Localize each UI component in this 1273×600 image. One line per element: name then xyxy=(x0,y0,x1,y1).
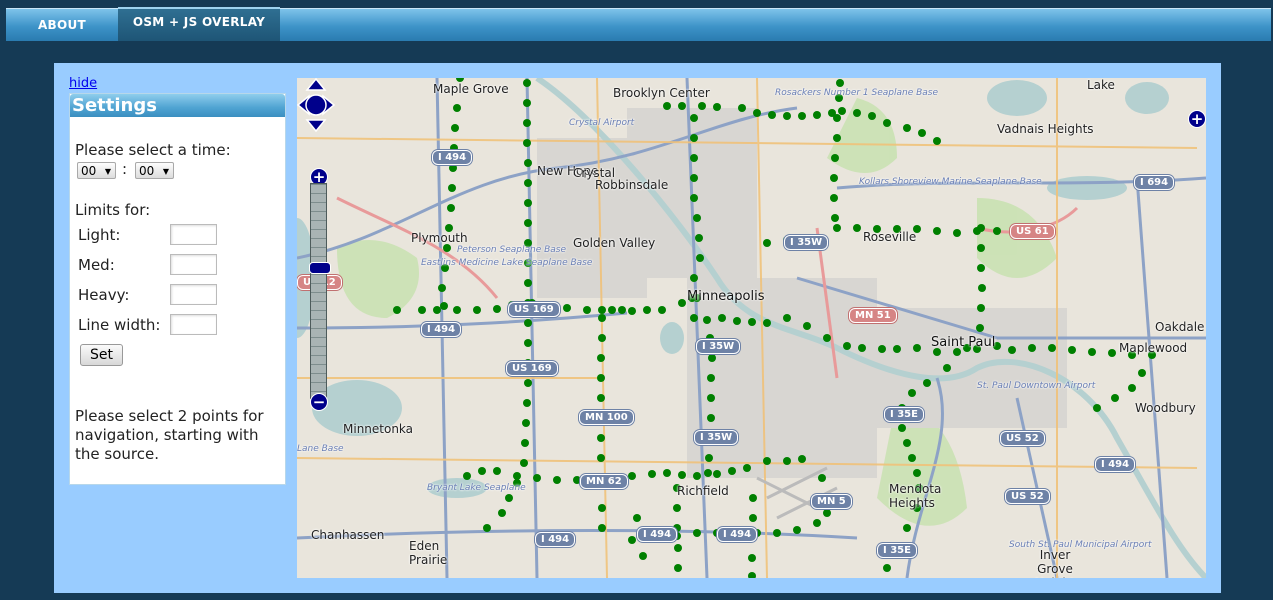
highway-shield: I 35E xyxy=(884,407,924,422)
map-label-city: Minnetonka xyxy=(343,422,414,436)
tab-osm-js-overlay[interactable]: OSM + JS OVERLAY xyxy=(118,7,280,41)
highway-shield: MN 51 xyxy=(849,308,897,323)
line-width-input[interactable] xyxy=(170,314,217,335)
map-label-city: Mendota Heights xyxy=(889,482,942,510)
highway-shield: I 35E xyxy=(877,543,917,558)
set-button[interactable]: Set xyxy=(80,344,123,366)
hide-link[interactable]: hide xyxy=(69,76,97,91)
settings-title: Settings xyxy=(70,94,285,117)
highway-shield: I 494 xyxy=(1095,457,1136,472)
highway-shield: I 494 xyxy=(717,527,758,542)
map-label-city: Vadnais Heights xyxy=(997,122,1094,136)
highway-shield: MN 100 xyxy=(579,410,634,425)
time-separator: : xyxy=(122,160,128,178)
zoom-out-button[interactable]: − xyxy=(310,393,328,411)
map-label-poi: Lane Base xyxy=(297,444,344,454)
map-label-minneapolis: Minneapolis xyxy=(687,289,765,304)
line-width-label: Line width: xyxy=(78,316,161,334)
light-limit-input[interactable] xyxy=(170,224,217,245)
hour-value: 00 xyxy=(81,164,97,178)
highway-shield: I 494 xyxy=(637,527,678,542)
layer-switcher-button[interactable]: + xyxy=(1188,110,1206,128)
highway-shield: I 35W xyxy=(694,430,739,445)
top-nav-bar: ABOUT OSM + JS OVERLAY xyxy=(6,7,1271,41)
map-label-saint-paul: Saint Paul xyxy=(931,335,996,350)
map-view[interactable]: Maple Grove Brooklyn Center New Hope Cry… xyxy=(297,78,1206,578)
light-label: Light: xyxy=(78,226,121,244)
map-label-city: Golden Valley xyxy=(573,236,656,250)
highway-shield: I 694 xyxy=(1134,175,1175,190)
chevron-down-icon: ▼ xyxy=(162,167,169,176)
map-label-poi: Eastlins Medicine Lake Seaplane Base xyxy=(421,258,593,268)
map-label-city: Maplewood xyxy=(1119,341,1188,355)
zoom-slider-track[interactable] xyxy=(310,183,327,399)
highway-shield: I 494 xyxy=(421,322,462,337)
map-label-city: Chanhassen xyxy=(311,528,385,542)
map-label-city: Plymouth xyxy=(411,231,468,245)
map-label-poi: Peterson Seaplane Base xyxy=(457,245,567,255)
map-label-poi: Kollars Shoreview Marine Seaplane Base xyxy=(859,177,1042,187)
map-label-city: Roseville xyxy=(863,230,917,244)
limits-title: Limits for: xyxy=(75,201,151,219)
highway-shield: US 61 xyxy=(1010,224,1055,239)
minute-select[interactable]: 00 ▼ xyxy=(135,162,174,179)
map-label-poi: Bryant Lake Seaplane xyxy=(427,483,526,493)
hour-select[interactable]: 00 ▼ xyxy=(77,162,116,179)
map-label-poi: Crystal Airport xyxy=(569,118,635,128)
med-limit-input[interactable] xyxy=(170,254,217,275)
highway-shield: US 52 xyxy=(1000,431,1045,446)
map-label-poi: Rosackers Number 1 Seaplane Base xyxy=(775,88,939,98)
zoom-slider-handle[interactable] xyxy=(309,262,331,274)
highway-shield: I 494 xyxy=(535,532,576,547)
highway-shield: I 35W xyxy=(696,339,741,354)
minute-value: 00 xyxy=(139,164,155,178)
map-label-poi: St. Paul Downtown Airport xyxy=(977,381,1096,391)
heavy-label: Heavy: xyxy=(78,286,130,304)
highway-shield: US 169 xyxy=(508,302,560,317)
navigation-instructions: Please select 2 points for navigation, s… xyxy=(75,407,264,463)
highway-shield: US 169 xyxy=(506,361,558,376)
map-label-city: Maple Grove xyxy=(433,82,509,96)
highway-shield: I 494 xyxy=(432,150,473,165)
map-label-city: Brooklyn Center xyxy=(613,86,710,100)
highway-shield: MN 62 xyxy=(580,474,628,489)
highway-shield: I 35W xyxy=(784,235,829,250)
tab-about[interactable]: ABOUT xyxy=(6,9,118,41)
map-label-city: Robbinsdale xyxy=(595,178,669,192)
highway-shield: MN 5 xyxy=(811,494,852,509)
pan-control[interactable] xyxy=(297,78,335,132)
map-label-city: Richfield xyxy=(677,484,729,498)
map-label-city: Eden Prairie xyxy=(409,539,448,567)
highway-shield: US 52 xyxy=(1005,489,1050,504)
map-label-city: Lake xyxy=(1087,78,1115,92)
map-label-city: Oakdale xyxy=(1155,320,1205,334)
chevron-down-icon: ▼ xyxy=(104,167,111,176)
map-label-poi: South St. Paul Municipal Airport xyxy=(1009,540,1152,550)
heavy-limit-input[interactable] xyxy=(170,284,217,305)
med-label: Med: xyxy=(78,256,115,274)
map-label-city: Inver Grove Heights xyxy=(1035,548,1081,578)
map-label-city: Woodbury xyxy=(1135,401,1196,415)
time-prompt: Please select a time: xyxy=(75,141,231,159)
